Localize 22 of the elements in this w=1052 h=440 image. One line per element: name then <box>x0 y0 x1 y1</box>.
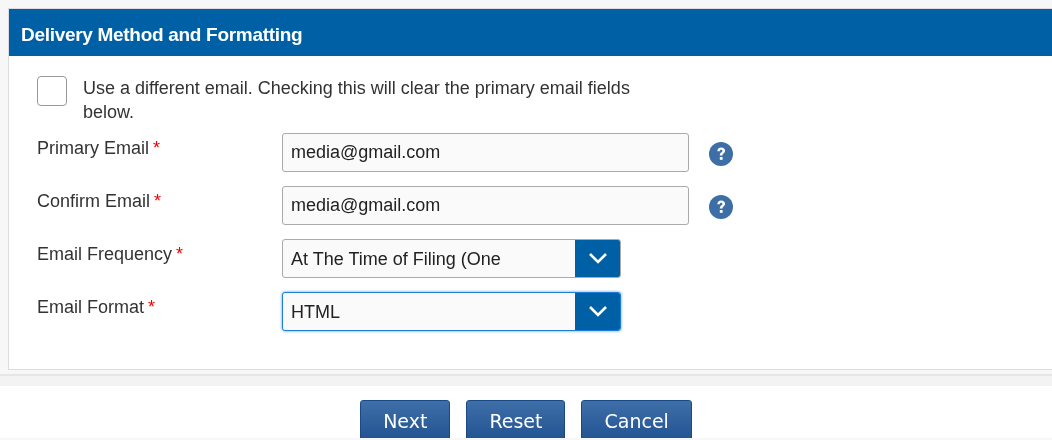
help-icon[interactable] <box>709 194 733 219</box>
help-icon[interactable] <box>709 141 733 166</box>
dropdown[interactable]: HTML <box>282 291 621 331</box>
field-label: Confirm Email <box>37 190 151 211</box>
required-mark: * <box>154 190 162 211</box>
chevron-down-icon <box>587 252 608 265</box>
required-mark: * <box>153 137 161 158</box>
email-field[interactable]: media@gmail.com <box>282 132 689 172</box>
required-mark: * <box>148 296 156 317</box>
dropdown[interactable]: At The Time of Filing (One <box>282 238 621 278</box>
action-button[interactable]: Next <box>360 400 451 438</box>
action-button[interactable]: Reset <box>466 400 566 438</box>
email-field[interactable]: media@gmail.com <box>282 185 689 225</box>
checkbox-label: Use a different email. Checking this will clear the primary email fields below. <box>83 77 631 125</box>
chevron-down-icon <box>587 305 608 318</box>
field-label: Email Frequency <box>37 243 173 264</box>
panel-title: Delivery Method and Formatting <box>9 9 1052 56</box>
action-button[interactable]: Cancel <box>581 400 692 438</box>
field-label: Primary Email <box>37 137 149 158</box>
required-mark: * <box>176 243 184 264</box>
field-label: Email Format <box>37 296 144 317</box>
checkbox[interactable] <box>37 76 67 106</box>
